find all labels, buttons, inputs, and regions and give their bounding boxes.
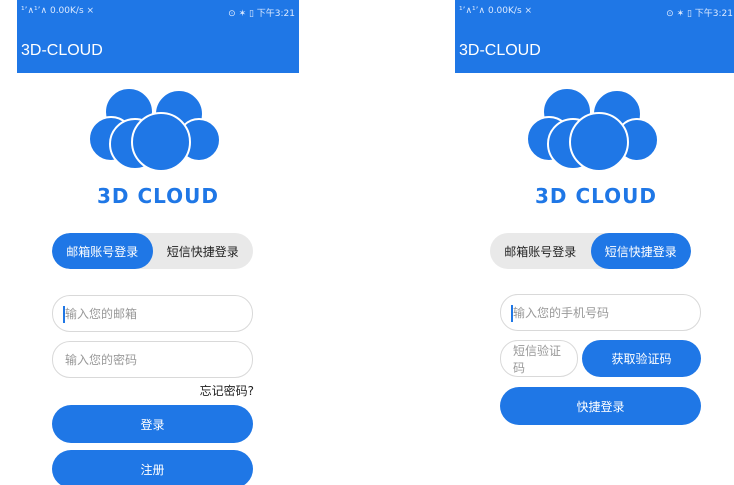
status-time: ⊙ ✶ ▯ 下午3:21 [666,9,733,19]
app-title: 3D-CLOUD [21,42,103,59]
tab-email-login[interactable]: 邮箱账号登录 [52,233,153,269]
status-signal: ¹’∧¹’∧ 0.00K/s ⨯ [21,6,95,16]
login-tabs: 邮箱账号登录 短信快捷登录 [490,233,691,269]
phone-placeholder: 输入您的手机号码 [513,306,610,320]
email-login-screen: ¹’∧¹’∧ 0.00K/s ⨯ ⊙ ✶ ▯ 下午3:21 3D-CLOUD 3… [17,0,299,485]
sms-login-screen: ¹’∧¹’∧ 0.00K/s ⨯ ⊙ ✶ ▯ 下午3:21 3D-CLOUD 3… [455,0,734,485]
status-bar: ¹’∧¹’∧ 0.00K/s ⨯ ⊙ ✶ ▯ 下午3:21 [17,0,299,20]
quick-login-button[interactable]: 快捷登录 [500,387,701,425]
text-caret [63,306,65,323]
cloud-icon [88,87,221,172]
app-title: 3D-CLOUD [459,42,541,59]
app-bar: ¹’∧¹’∧ 0.00K/s ⨯ ⊙ ✶ ▯ 下午3:21 3D-CLOUD [455,0,734,73]
status-signal: ¹’∧¹’∧ 0.00K/s ⨯ [459,6,533,16]
get-code-button[interactable]: 获取验证码 [582,340,701,377]
brand-wordmark: 3D CLOUD [534,184,658,208]
cloud-icon [526,87,659,172]
tab-sms-login[interactable]: 短信快捷登录 [153,233,254,269]
sms-code-input[interactable]: 短信验证码 [500,340,578,377]
register-button[interactable]: 注册 [52,450,253,485]
tab-email-login[interactable]: 邮箱账号登录 [490,233,591,269]
sms-code-placeholder: 短信验证码 [513,343,562,375]
email-input[interactable]: 输入您的邮箱 [52,295,253,332]
text-caret [511,305,513,322]
phone-input[interactable]: 输入您的手机号码 [500,294,701,331]
tab-sms-login[interactable]: 短信快捷登录 [590,233,691,269]
app-bar: ¹’∧¹’∧ 0.00K/s ⨯ ⊙ ✶ ▯ 下午3:21 3D-CLOUD [17,0,299,73]
brand-wordmark: 3D CLOUD [96,184,220,208]
password-input[interactable]: 输入您的密码 [52,341,253,378]
email-placeholder: 输入您的邮箱 [65,307,138,321]
password-placeholder: 输入您的密码 [65,353,138,367]
login-tabs: 邮箱账号登录 短信快捷登录 [52,233,253,269]
status-bar: ¹’∧¹’∧ 0.00K/s ⨯ ⊙ ✶ ▯ 下午3:21 [455,0,734,20]
status-time: ⊙ ✶ ▯ 下午3:21 [228,9,295,19]
login-button[interactable]: 登录 [52,405,253,443]
forgot-password-link[interactable]: 忘记密码? [200,382,254,399]
